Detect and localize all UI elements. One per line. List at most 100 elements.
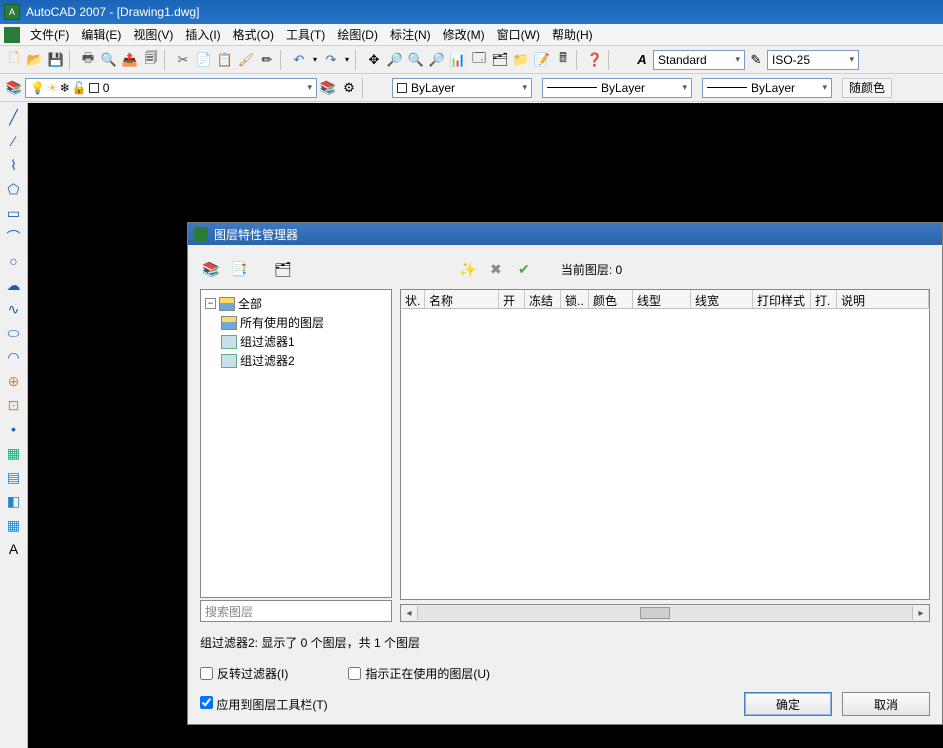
tree-node-all-used[interactable]: 所有使用的图层	[221, 313, 387, 332]
chk-apply-toolbar[interactable]: 应用到图层工具栏(T)	[200, 696, 328, 713]
save-icon[interactable]: 💾	[46, 50, 66, 70]
circle-icon[interactable]: ○	[4, 251, 24, 271]
text-style-combo[interactable]: Standard▾	[653, 50, 745, 70]
scroll-thumb[interactable]	[640, 607, 670, 619]
match-props-icon[interactable]: 🖌	[236, 50, 256, 70]
xline-icon[interactable]: ∕	[4, 131, 24, 151]
cancel-button[interactable]: 取消	[842, 692, 930, 716]
col-on[interactable]: 开	[499, 290, 525, 308]
new-filter-icon[interactable]: 📚	[200, 258, 222, 280]
markup-icon[interactable]: 📝	[532, 50, 552, 70]
col-lock[interactable]: 锁..	[561, 290, 589, 308]
calc-icon[interactable]: 🖩	[553, 50, 573, 70]
tree-root[interactable]: − 全部	[205, 294, 387, 313]
redo-dd-icon[interactable]: ▾	[342, 50, 352, 70]
col-linetype[interactable]: 线型	[633, 290, 691, 308]
col-freeze[interactable]: 冻结	[525, 290, 561, 308]
search-input[interactable]: 搜索图层	[200, 600, 392, 622]
chk-indicate-used[interactable]: 指示正在使用的图层(U)	[348, 665, 490, 682]
hatch-icon[interactable]: ▦	[4, 443, 24, 463]
menu-edit[interactable]: 编辑(E)	[75, 24, 127, 45]
ellipse-arc-icon[interactable]: ◠	[4, 347, 24, 367]
chk-invert-filter[interactable]: 反转过滤器(I)	[200, 665, 288, 682]
menu-dimension[interactable]: 标注(N)	[384, 24, 437, 45]
zoom-rt-icon[interactable]: 🔎	[385, 50, 405, 70]
scroll-left-icon[interactable]: ◂	[401, 608, 417, 619]
rectangle-icon[interactable]: ▭	[4, 203, 24, 223]
layer-mgr-icon[interactable]: 📚	[4, 78, 24, 98]
new-icon[interactable]: 🗋	[4, 50, 24, 70]
pline-icon[interactable]: ⌇	[4, 155, 24, 175]
menu-draw[interactable]: 绘图(D)	[331, 24, 384, 45]
col-desc[interactable]: 说明	[837, 290, 929, 308]
region-icon[interactable]: ◧	[4, 491, 24, 511]
spline-icon[interactable]: ∿	[4, 299, 24, 319]
col-color[interactable]: 颜色	[589, 290, 633, 308]
redo-icon[interactable]: ↷	[321, 50, 341, 70]
layer-combo[interactable]: 💡 ☀ ❄ 🔓 0 ▾	[25, 78, 317, 98]
new-layer-icon[interactable]: ✨	[457, 258, 479, 280]
layer-list-header[interactable]: 状. 名称 开 冻结 锁.. 颜色 线型 线宽 打印样式 打. 说明	[400, 289, 930, 309]
menu-file[interactable]: 文件(F)	[24, 24, 75, 45]
zoom-prev-icon[interactable]: 🔎	[427, 50, 447, 70]
layer-prev-icon[interactable]: 📚	[318, 78, 338, 98]
undo-icon[interactable]: ↶	[289, 50, 309, 70]
layer-states-icon[interactable]: ⚙	[339, 78, 359, 98]
copy-icon[interactable]: 📄	[194, 50, 214, 70]
tool-pal-icon[interactable]: 🗂	[490, 50, 510, 70]
block-icon[interactable]: ⊕	[4, 371, 24, 391]
cut-icon[interactable]: ✂	[173, 50, 193, 70]
paste-icon[interactable]: 📋	[215, 50, 235, 70]
plot-preview-icon[interactable]: 🔍	[99, 50, 119, 70]
col-plotstyle[interactable]: 打印样式	[753, 290, 811, 308]
polygon-icon[interactable]: ⬠	[4, 179, 24, 199]
undo-dd-icon[interactable]: ▾	[310, 50, 320, 70]
linetype-combo[interactable]: ByLayer ▾	[542, 78, 692, 98]
menu-window[interactable]: 窗口(W)	[491, 24, 546, 45]
properties-icon[interactable]: 📊	[448, 50, 468, 70]
menu-format[interactable]: 格式(O)	[227, 24, 280, 45]
revcloud-icon[interactable]: ☁	[4, 275, 24, 295]
col-status[interactable]: 状.	[401, 290, 425, 308]
color-btn[interactable]: 随颜色	[842, 78, 892, 98]
help-icon[interactable]: ❓	[585, 50, 605, 70]
zoom-win-icon[interactable]: 🔍	[406, 50, 426, 70]
layer-states-mgr-icon[interactable]: 🗂	[272, 258, 294, 280]
lineweight-combo[interactable]: ByLayer ▾	[702, 78, 832, 98]
col-plot[interactable]: 打.	[811, 290, 837, 308]
set-current-icon[interactable]: ✔	[513, 258, 535, 280]
print-icon[interactable]: 🖶	[78, 50, 98, 70]
dim-style-icon[interactable]: ✎	[746, 50, 766, 70]
menu-tools[interactable]: 工具(T)	[280, 24, 331, 45]
collapse-icon[interactable]: −	[205, 298, 216, 309]
table-icon[interactable]: ▦	[4, 515, 24, 535]
layer-list[interactable]	[400, 309, 930, 600]
menu-view[interactable]: 视图(V)	[127, 24, 179, 45]
new-group-filter-icon[interactable]: 📑	[228, 258, 250, 280]
point-icon[interactable]: •	[4, 419, 24, 439]
gradient-icon[interactable]: ▤	[4, 467, 24, 487]
publish-icon[interactable]: 📤	[120, 50, 140, 70]
tree-node-group2[interactable]: 组过滤器2	[221, 351, 387, 370]
ok-button[interactable]: 确定	[744, 692, 832, 716]
color-combo[interactable]: ByLayer ▾	[392, 78, 532, 98]
arc-icon[interactable]: ⌒	[4, 227, 24, 247]
make-block-icon[interactable]: ⊡	[4, 395, 24, 415]
col-name[interactable]: 名称	[425, 290, 499, 308]
mtext-icon[interactable]: A	[4, 539, 24, 559]
eraser-icon[interactable]: ✏	[257, 50, 277, 70]
scroll-right-icon[interactable]: ▸	[913, 608, 929, 619]
tree-node-group1[interactable]: 组过滤器1	[221, 332, 387, 351]
menu-help[interactable]: 帮助(H)	[546, 24, 599, 45]
open-icon[interactable]: 📂	[25, 50, 45, 70]
sheet-icon[interactable]: 🗐	[141, 50, 161, 70]
col-lineweight[interactable]: 线宽	[691, 290, 753, 308]
dim-style-combo[interactable]: ISO-25▾	[767, 50, 859, 70]
menu-insert[interactable]: 插入(I)	[179, 24, 226, 45]
delete-layer-icon[interactable]: ✖	[485, 258, 507, 280]
sheet-set-icon[interactable]: 📁	[511, 50, 531, 70]
h-scrollbar[interactable]: ◂ ▸	[400, 604, 930, 622]
line-icon[interactable]: ╱	[4, 107, 24, 127]
text-style-icon[interactable]: A	[632, 50, 652, 70]
filter-tree[interactable]: − 全部 所有使用的图层 组过滤器1 组过滤器2	[200, 289, 392, 598]
